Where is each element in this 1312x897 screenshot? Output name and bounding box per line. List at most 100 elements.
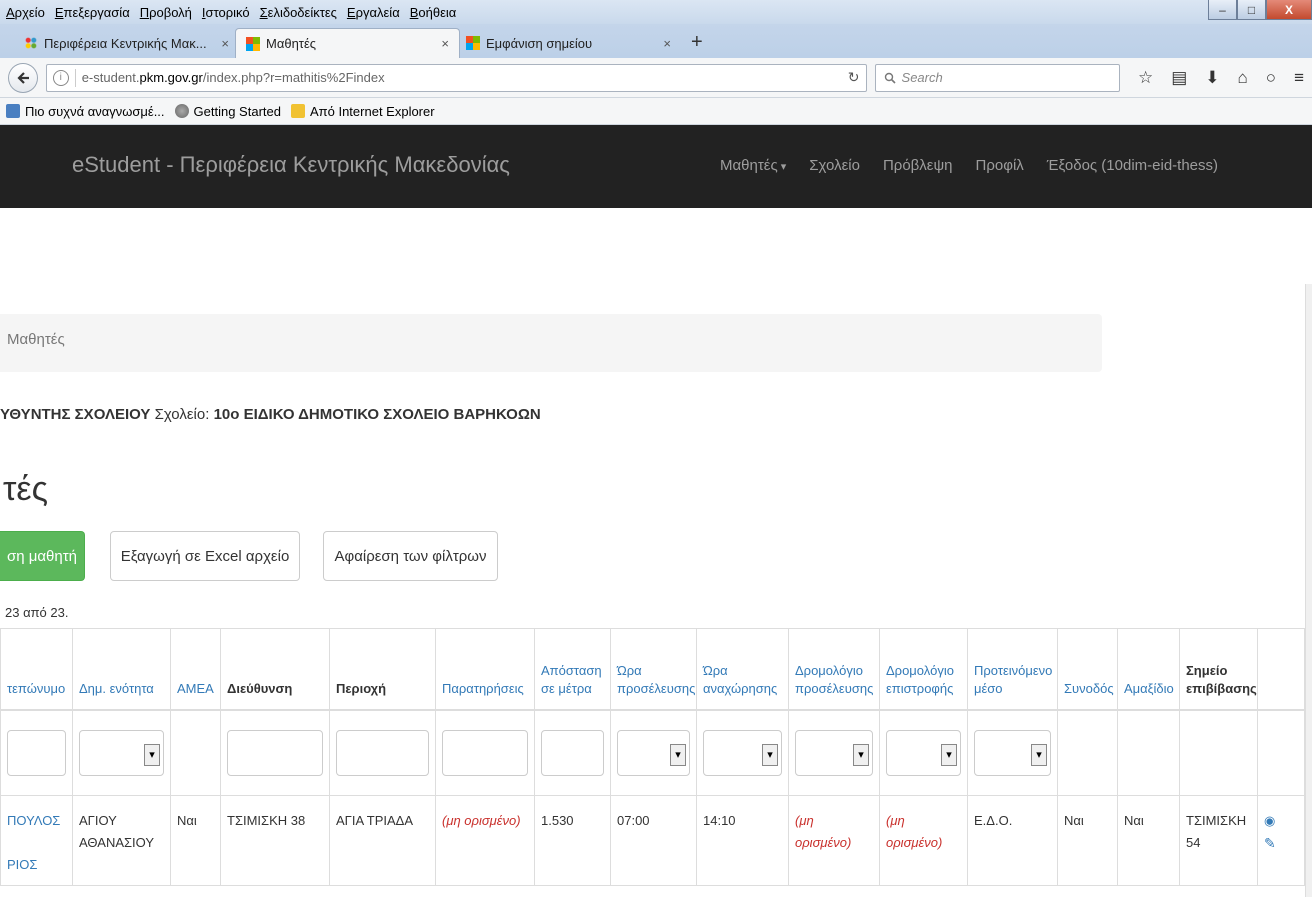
chat-icon[interactable]: ○: [1266, 68, 1276, 88]
reload-icon[interactable]: ↻: [848, 69, 860, 86]
nav-logout[interactable]: Έξοδος (10dim-eid-thess): [1047, 157, 1218, 174]
sort-link[interactable]: Παρατηρήσεις: [442, 681, 524, 696]
column-header[interactable]: Ώρα προσέλευσης: [610, 628, 697, 710]
column-header[interactable]: Παρατηρήσεις: [435, 628, 535, 710]
filter-arrival-select[interactable]: [617, 729, 690, 776]
home-icon[interactable]: ⌂: [1238, 68, 1248, 88]
tab-label: Μαθητές: [266, 36, 317, 51]
view-eye-icon[interactable]: ◉: [1264, 810, 1298, 832]
add-student-button[interactable]: ση μαθητή: [0, 531, 85, 581]
column-header[interactable]: Ώρα αναχώρησης: [696, 628, 789, 710]
sort-link[interactable]: Δρομολόγιο προσέλευσης: [795, 663, 873, 696]
cell-route-return: (μη ορισμένο): [879, 795, 968, 886]
nav-school[interactable]: Σχολείο: [809, 157, 860, 174]
nav-profile[interactable]: Προφίλ: [976, 157, 1024, 174]
close-window-button[interactable]: X: [1266, 0, 1312, 20]
sort-link[interactable]: Προτεινόμενο μέσο: [974, 663, 1052, 696]
nav-students-dropdown[interactable]: Μαθητές: [720, 157, 786, 174]
filter-area-input[interactable]: [336, 729, 429, 776]
info-icon[interactable]: i: [52, 69, 69, 86]
page-scrollbar[interactable]: [1305, 284, 1312, 897]
sort-link[interactable]: Απόσταση σε μέτρα: [541, 663, 602, 696]
back-arrow-icon: [17, 71, 29, 84]
url-text[interactable]: e-student.pkm.gov.gr/index.php?r=mathiti…: [82, 70, 842, 85]
filter-notes-input[interactable]: [442, 729, 528, 776]
filter-district-select[interactable]: [79, 729, 164, 776]
filter-transport-select[interactable]: [974, 729, 1051, 776]
download-icon[interactable]: ⬇: [1205, 68, 1219, 88]
sort-link[interactable]: Αμαξίδιο: [1124, 681, 1174, 696]
menu-item[interactable]: Αρχείο: [6, 5, 45, 20]
menu-item[interactable]: Βοήθεια: [410, 5, 457, 20]
bookmark-most-visited[interactable]: Πιο συχνά αναγνωσμέ...: [6, 104, 165, 119]
filter-surname-input[interactable]: [7, 729, 66, 776]
first-name-text: ΡΙΟΣ: [7, 857, 38, 872]
menu-item[interactable]: Επεξεργασία: [55, 5, 130, 20]
column-header[interactable]: Αμαξίδιο: [1117, 628, 1180, 710]
column-header[interactable]: Δρομολόγιο προσέλευσης: [788, 628, 880, 710]
filter-distance-input[interactable]: [541, 729, 604, 776]
sort-link[interactable]: Συνοδός: [1064, 681, 1114, 696]
cell-notes: (μη ορισμένο): [435, 795, 535, 886]
menu-item[interactable]: Ιστορικό: [202, 5, 250, 20]
menu-item[interactable]: Εργαλεία: [347, 5, 400, 20]
column-header[interactable]: Δρομολόγιο επιστροφής: [879, 628, 968, 710]
export-excel-button[interactable]: Εξαγωγή σε Excel αρχείο: [110, 531, 300, 581]
minimize-button[interactable]: –: [1208, 0, 1237, 20]
tab-students[interactable]: Μαθητές ×: [235, 28, 460, 58]
cell-actions: ◉ ✎: [1257, 795, 1305, 886]
filter-cell: [1117, 708, 1180, 796]
edit-pencil-icon[interactable]: ✎: [1264, 832, 1298, 854]
column-header[interactable]: Δημ. ενότητα: [72, 628, 171, 710]
school-name: 10ο ΕΙΔΙΚΟ ΔΗΜΟΤΙΚΟ ΣΧΟΛΕΙΟ ΒΑΡΗΚΟΩΝ: [213, 406, 541, 423]
table-row: ΠΟΥΛΟΣ ΡΙΟΣ ΑΓΙΟΥ ΑΘΑΝΑΣΙΟΥ Ναι ΤΣΙΜΙΣΚΗ …: [0, 795, 1305, 886]
sort-link[interactable]: ΑΜΕΑ: [177, 681, 214, 696]
site-brand[interactable]: eStudent - Περιφέρεια Κεντρικής Μακεδονί…: [72, 152, 510, 178]
nav-toolbar: i e-student.pkm.gov.gr/index.php?r=mathi…: [0, 58, 1312, 98]
tab-show-point[interactable]: Εμφάνιση σημείου ×: [456, 28, 681, 58]
hamburger-menu-icon[interactable]: ≡: [1294, 68, 1304, 88]
bookmarks-toolbar: Πιο συχνά αναγνωσμέ... Getting Started Α…: [0, 98, 1312, 125]
tab-label: Περιφέρεια Κεντρικής Μακ...: [44, 35, 207, 51]
filter-cell: [220, 708, 330, 796]
tab-pkm[interactable]: Περιφέρεια Κεντρικής Μακ... ×: [14, 28, 239, 58]
school-info: ΥΘΥΝΤΗΣ ΣΧΟΛΕΙΟΥ Σχολείο: 10ο ΕΙΔΙΚΟ ΔΗΜ…: [0, 406, 541, 423]
bookmark-ie-folder[interactable]: Από Internet Explorer: [290, 104, 435, 119]
column-header[interactable]: τεπώνυμο: [0, 628, 73, 710]
menu-item[interactable]: Σελιδοδείκτες: [260, 5, 337, 20]
sort-link[interactable]: Ώρα αναχώρησης: [703, 663, 777, 696]
filter-row: [0, 708, 1305, 796]
bookmark-star-icon[interactable]: ☆: [1138, 68, 1153, 88]
column-header[interactable]: Απόσταση σε μέτρα: [534, 628, 611, 710]
bookmark-getting-started[interactable]: Getting Started: [174, 104, 281, 119]
filter-cell: [879, 708, 968, 796]
search-bar[interactable]: Search: [874, 63, 1120, 92]
column-header[interactable]: Προτεινόμενο μέσο: [967, 628, 1058, 710]
tab-close-icon[interactable]: ×: [663, 36, 671, 51]
url-bar[interactable]: i e-student.pkm.gov.gr/index.php?r=mathi…: [45, 63, 867, 92]
pkm-favicon-icon: [24, 36, 38, 50]
filter-cell: [788, 708, 880, 796]
sort-link[interactable]: Δρομολόγιο επιστροφής: [886, 663, 954, 696]
column-header[interactable]: ΑΜΕΑ: [170, 628, 221, 710]
reading-list-icon[interactable]: ▤: [1171, 68, 1187, 88]
menu-item[interactable]: Προβολή: [140, 5, 192, 20]
sort-link[interactable]: τεπώνυμο: [7, 681, 65, 696]
site-navbar: eStudent - Περιφέρεια Κεντρικής Μακεδονί…: [0, 125, 1312, 208]
sort-link[interactable]: Ώρα προσέλευσης: [617, 663, 695, 696]
tab-close-icon[interactable]: ×: [221, 36, 229, 51]
sort-link[interactable]: Δημ. ενότητα: [79, 681, 154, 696]
back-button[interactable]: [8, 62, 38, 93]
filter-route-return-select[interactable]: [886, 729, 961, 776]
maximize-button[interactable]: □: [1237, 0, 1266, 20]
clear-filters-button[interactable]: Αφαίρεση των φίλτρων: [323, 531, 498, 581]
filter-route-arrival-select[interactable]: [795, 729, 873, 776]
column-header[interactable]: Συνοδός: [1057, 628, 1118, 710]
toolbar-icons: ☆ ▤ ⬇ ⌂ ○ ≡: [1138, 68, 1304, 88]
filter-address-input[interactable]: [227, 729, 323, 776]
filter-departure-select[interactable]: [703, 729, 782, 776]
tab-close-icon[interactable]: ×: [441, 36, 449, 51]
folder-icon: [290, 104, 305, 118]
nav-forecast[interactable]: Πρόβλεψη: [883, 157, 953, 174]
cell-district: ΑΓΙΟΥ ΑΘΑΝΑΣΙΟΥ: [72, 795, 171, 886]
